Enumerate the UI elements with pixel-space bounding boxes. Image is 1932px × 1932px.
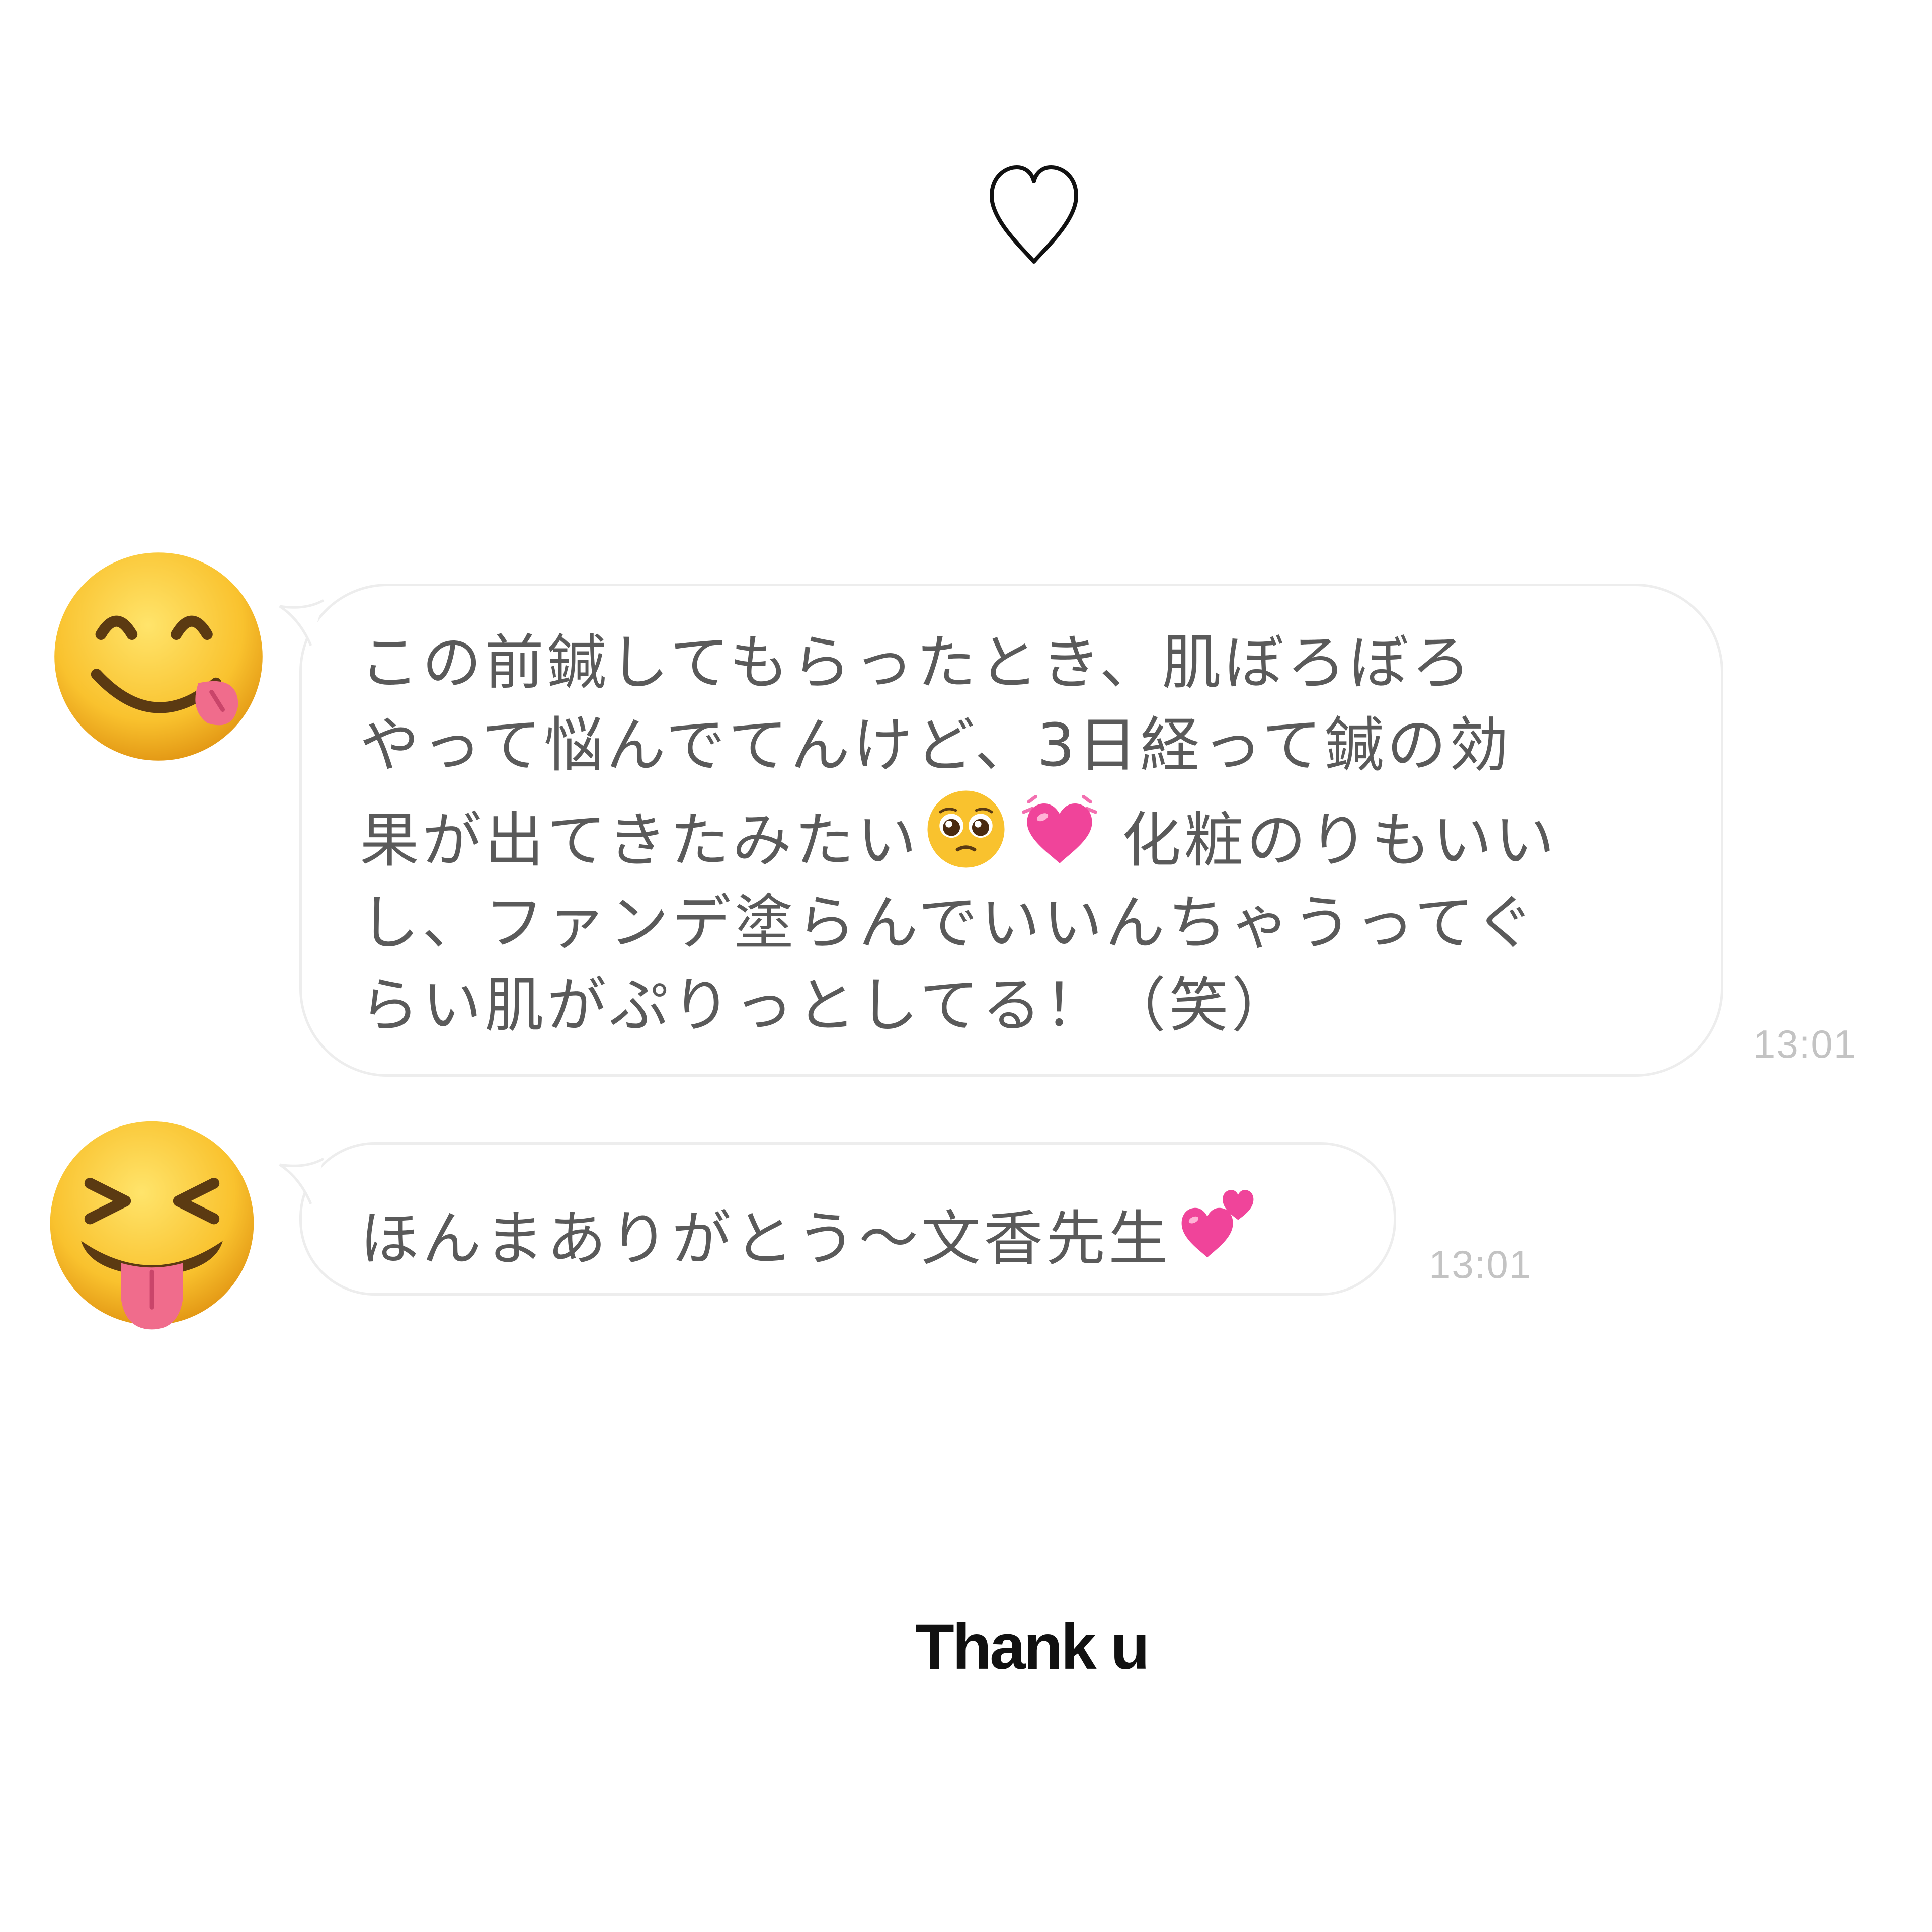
message-line: し、ファンデ塗らんでいいんちゃうってぐ (360, 888, 1538, 957)
message-line: この前鍼してもらったとき、肌ぼろぼろ (360, 628, 1474, 697)
growing-heart-emoji (1017, 786, 1102, 872)
face-savoring-food-emoji (48, 546, 269, 767)
message-line: らい肌がぷりっとしてる！（笑） (360, 971, 1294, 1040)
message-line: やって悩んでてんけど、3日経って鍼の効 (360, 710, 1512, 780)
story-caption: Thank u (915, 1611, 1150, 1683)
message-line-part: 果が出てきたみたい (360, 806, 920, 875)
message-bubble-received[interactable]: ほんまありがとう〜文香先生 (279, 1142, 1396, 1296)
message-timestamp: 13:01 (1429, 1242, 1533, 1286)
message-line-part: 化粧のりもいい (1121, 806, 1558, 875)
message-text: ほんまありがとう〜文香先生 (360, 1179, 1264, 1280)
message-bubble-received[interactable]: この前鍼してもらったとき、肌ぼろぼろ やって悩んでてんけど、3日経って鍼の効 果… (279, 584, 1723, 1077)
two-hearts-emoji (1175, 1179, 1260, 1264)
message-text: この前鍼してもらったとき、肌ぼろぼろ やって悩んでてんけど、3日経って鍼の効 果… (360, 621, 1557, 1046)
message-line: 果が出てきたみたい 化粧のりもいい (360, 786, 1557, 881)
squinting-face-with-tongue-emoji (41, 1117, 263, 1338)
message-line-part: ほんまありがとう〜文香先生 (360, 1204, 1171, 1273)
pleading-face-emoji (923, 786, 1009, 872)
message-timestamp: 13:01 (1753, 1022, 1857, 1066)
heart-outline-icon (984, 161, 1084, 272)
